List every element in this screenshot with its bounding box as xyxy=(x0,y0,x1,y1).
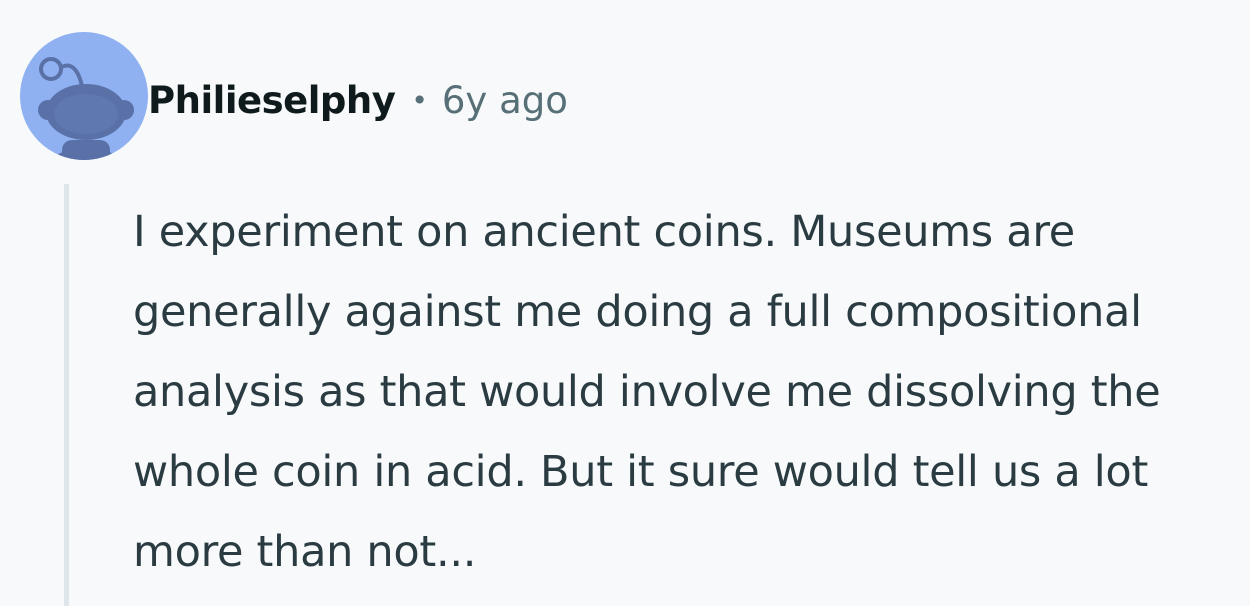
user-avatar[interactable] xyxy=(20,32,148,160)
meta-separator: • xyxy=(411,83,428,117)
comment-timestamp[interactable]: 6y ago xyxy=(442,79,568,122)
author-username[interactable]: Philieselphy xyxy=(148,79,396,122)
comment: Philieselphy • 6y ago I experiment on an… xyxy=(0,0,1250,606)
reddit-snoo-icon xyxy=(38,57,134,160)
thread-line[interactable] xyxy=(64,184,69,606)
comment-body: I experiment on ancient coins. Museums a… xyxy=(133,207,1161,577)
comment-meta: Philieselphy • 6y ago xyxy=(148,70,568,130)
